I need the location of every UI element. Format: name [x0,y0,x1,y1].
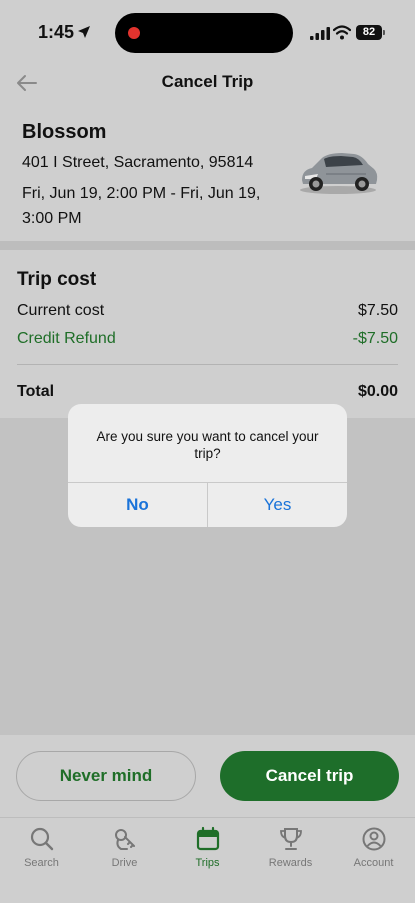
tab-account[interactable]: Account [332,826,415,869]
trip-summary: Blossom 401 I Street, Sacramento, 95814 … [0,106,415,241]
dialog-message: Are you sure you want to cancel your tri… [96,429,319,461]
credit-refund-row: Credit Refund -$7.50 [17,330,398,348]
calendar-icon [196,826,219,851]
tab-account-label: Account [353,857,394,869]
cost-divider [17,364,398,365]
tab-trips[interactable]: Trips [166,826,249,869]
trip-cost-title: Trip cost [17,269,97,290]
tab-rewards-label: Rewards [268,857,313,869]
bottom-actions: Never mind Cancel trip [0,735,415,817]
vehicle-name: Blossom [22,121,107,143]
current-cost-row: Current cost $7.50 [17,302,398,320]
search-icon [30,827,53,851]
tab-search-label: Search [24,857,59,869]
total-row: Total $0.00 [17,383,398,401]
credit-refund-label: Credit Refund [17,330,116,347]
status-time: 1:45 [38,22,75,42]
trophy-icon [279,828,302,850]
credit-refund-value: -$7.50 [352,330,398,347]
person-icon [362,827,385,851]
cancel-trip-button[interactable]: Cancel trip [220,751,399,801]
total-value: $0.00 [357,383,398,400]
tab-trips-label: Trips [195,857,220,869]
total-label: Total [17,383,55,400]
dialog-no-button[interactable]: No [68,483,207,527]
section-separator [0,241,415,250]
dialog-yes-button[interactable]: Yes [208,483,347,527]
nav-header: Cancel Trip [0,62,415,106]
tab-drive-label: Drive [111,857,138,869]
tab-search[interactable]: Search [0,826,83,869]
recording-indicator-icon [128,27,140,39]
never-mind-button[interactable]: Never mind [16,751,196,801]
tab-rewards[interactable]: Rewards [249,826,332,869]
key-icon [114,829,135,850]
current-cost-label: Current cost [17,302,105,319]
battery-icon: 82 [356,25,382,40]
current-cost-value: $7.50 [357,302,398,319]
tab-drive[interactable]: Drive [83,826,166,869]
dynamic-island [115,13,293,53]
trip-dates: Fri, Jun 19, 2:00 PM - Fri, Jun 19, 3:00… [22,185,261,227]
car-image [300,153,378,194]
cellular-signal-icon [310,27,330,40]
status-bar: 1:45 82 [0,0,415,62]
wifi-icon [333,25,351,40]
trip-cost-section: Trip cost Current cost $7.50 Credit Refu… [0,250,415,418]
tab-bar: Search Drive Trips Rewards Account [0,817,415,903]
page-title: Cancel Trip [161,72,254,91]
battery-cap [383,30,385,35]
cancel-confirm-dialog: Are you sure you want to cancel your tri… [68,404,347,527]
pickup-address: 401 I Street, Sacramento, 95814 [22,154,254,171]
location-arrow-icon [78,26,90,38]
